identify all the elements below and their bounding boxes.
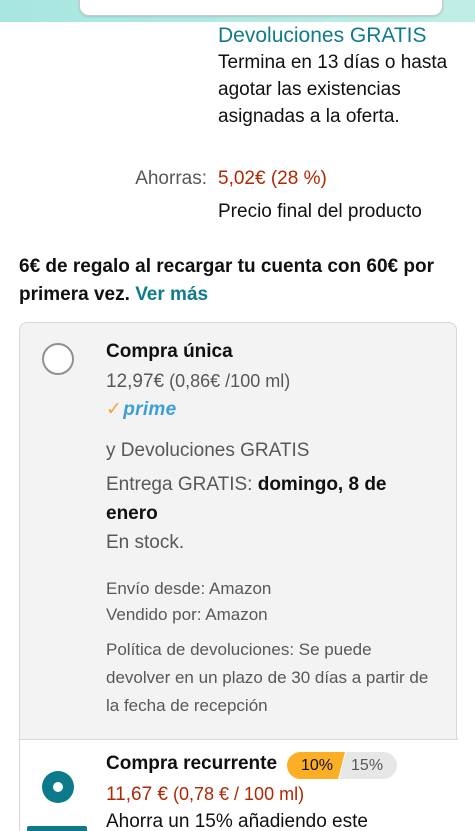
ships-from: Envío desde: Amazon (106, 579, 272, 598)
bottom-tab-indicator (27, 826, 87, 831)
savings-label: Ahorras: (135, 168, 207, 189)
deal-ends-text: Termina en 13 días o hasta agotar las ex… (218, 52, 448, 127)
seller-info: Envío desde: Amazon Vendido por: Amazon (106, 576, 271, 628)
one-time-purchase-radio[interactable] (42, 343, 74, 375)
one-time-returns: y Devoluciones GRATIS (106, 440, 310, 461)
savings-value: 5,02€ (28 %) (218, 168, 327, 189)
one-time-purchase-title[interactable]: Compra única (106, 341, 233, 363)
one-time-unit-price: (0,86€ /100 ml) (169, 371, 291, 391)
return-policy[interactable]: Política de devoluciones: Se puede devol… (106, 636, 436, 720)
purchase-options-card: Compra única 12,97€ (0,86€ /100 ml) ✓pri… (19, 322, 458, 831)
recurring-purchase-title[interactable]: Compra recurrente (106, 753, 277, 775)
see-more-link[interactable]: Ver más (135, 284, 208, 305)
promo-banner: 6€ de regalo al recargar tu cuenta con 6… (19, 253, 459, 309)
recurring-unit-price: (0,78 € / 100 ml) (173, 784, 305, 804)
stock-status: En stock. (106, 532, 185, 553)
recurring-savings-text: Ahorra un 15% añadiendo este (106, 811, 368, 831)
savings-row: Ahorras: 5,02€ (28 %) (0, 168, 475, 196)
one-time-price-value: 12,97€ (106, 371, 165, 392)
top-header-bar (0, 0, 475, 22)
recurring-price-value: 11,67 € (106, 784, 168, 805)
prime-badge: ✓prime (106, 398, 176, 421)
prime-check-icon: ✓ (106, 399, 123, 420)
prime-label: prime (123, 399, 177, 420)
one-time-price: 12,97€ (0,86€ /100 ml) (106, 371, 290, 393)
deal-info: Devoluciones GRATIS Termina en 13 días o… (218, 22, 463, 130)
free-returns-link[interactable]: Devoluciones GRATIS (218, 22, 463, 49)
discount-tier-15: 15% (339, 752, 398, 779)
discount-tier-10: 10% (287, 752, 346, 779)
delivery-prefix: Entrega GRATIS: (106, 474, 253, 495)
sold-by: Vendido por: Amazon (106, 605, 268, 624)
search-bar[interactable] (79, 0, 443, 16)
promo-text: 6€ de regalo al recargar tu cuenta con 6… (19, 256, 434, 305)
one-time-delivery: Entrega GRATIS: domingo, 8 de enero (106, 470, 426, 528)
final-price-note: Precio final del producto (218, 201, 422, 222)
recurring-purchase-option[interactable]: Compra recurrente 10% 15% 11,67 € (0,78 … (20, 740, 458, 831)
discount-tier-pills: 10% 15% (287, 752, 398, 779)
recurring-price: 11,67 € (0,78 € / 100 ml) (106, 784, 304, 806)
recurring-purchase-radio[interactable] (42, 771, 74, 803)
